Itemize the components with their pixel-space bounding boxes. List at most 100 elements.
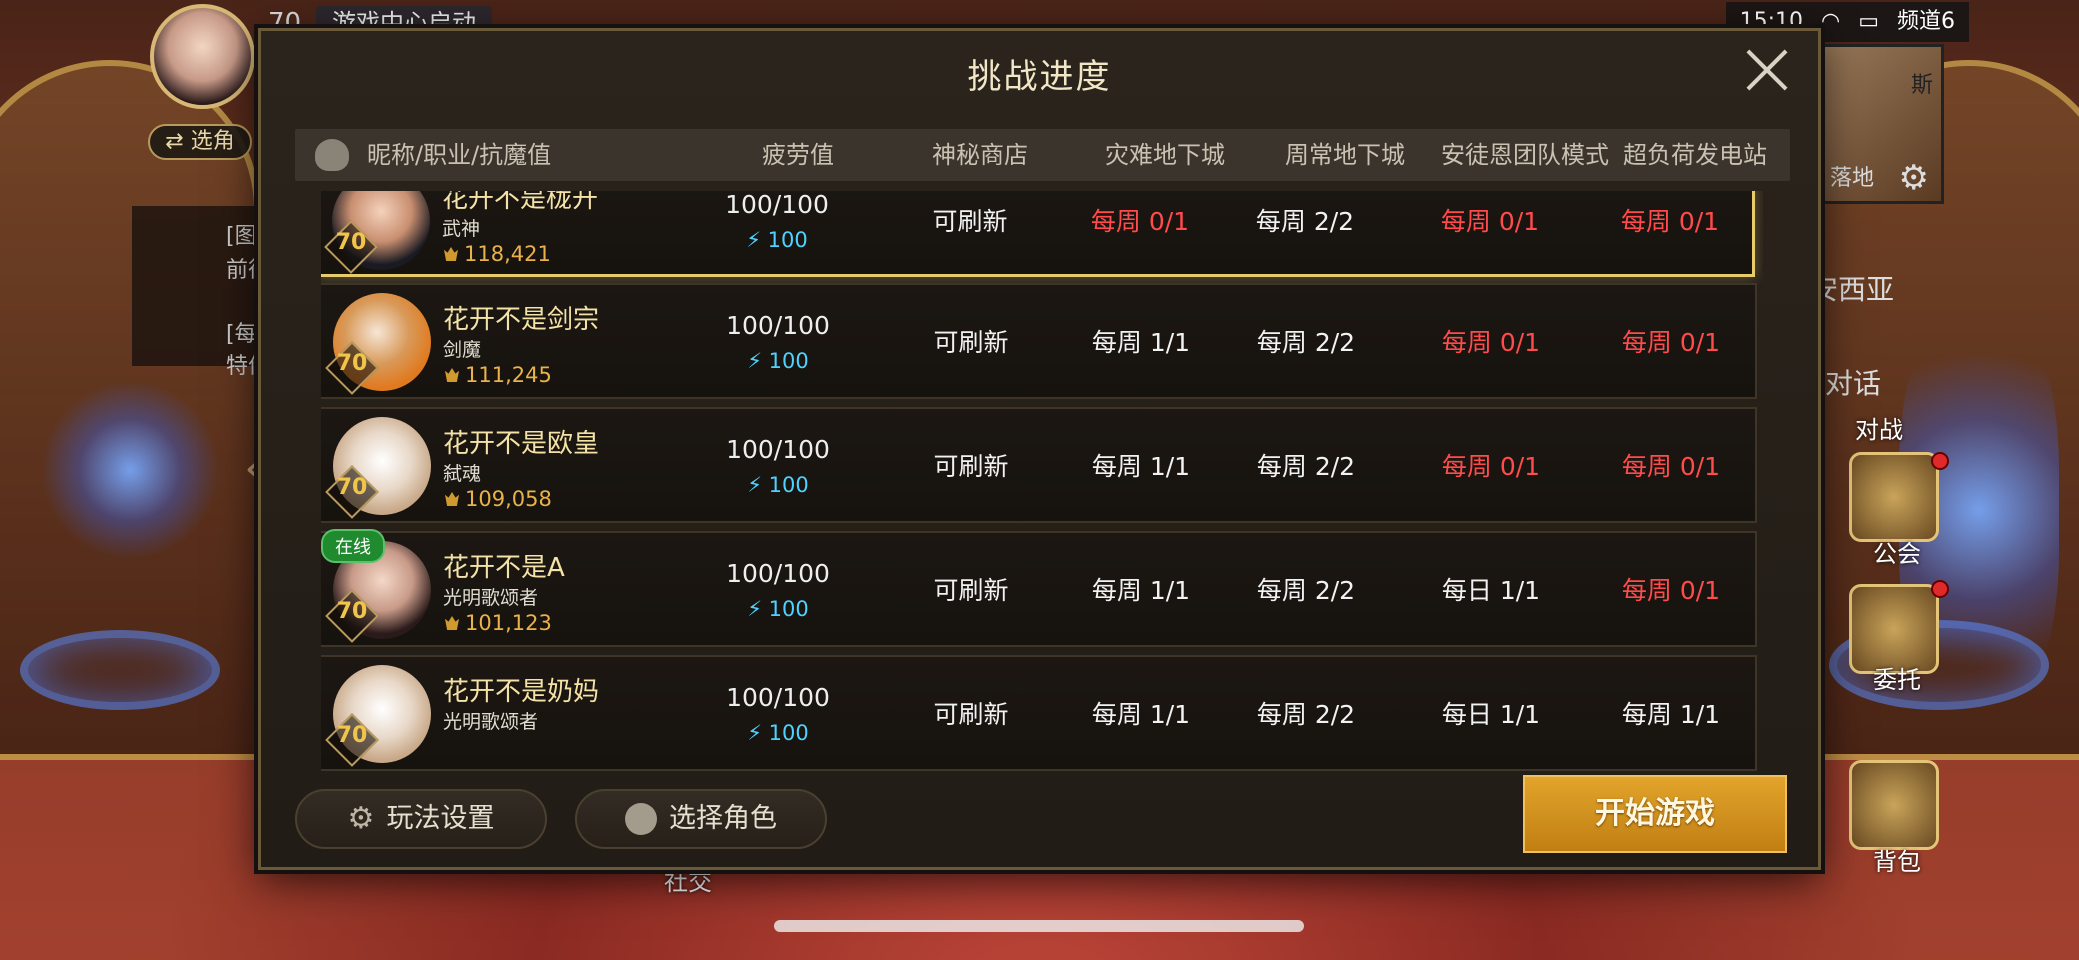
fatigue-sub: ⚡ 100 xyxy=(702,228,852,252)
cell-shop: 可刷新 xyxy=(933,576,1009,605)
character-icon xyxy=(625,803,657,835)
character-row[interactable]: 70 花开不是欧皇 弑魂 109,058 100/100 ⚡ 100 可刷新 每周 1/1 每周… xyxy=(321,407,1757,523)
character-job: 剑魔 xyxy=(443,339,482,361)
lightning-icon: ⚡ xyxy=(747,473,762,497)
cell-anton: 每日 1/1 xyxy=(1441,576,1541,605)
character-name: 花开不是栊开 xyxy=(442,191,599,214)
character-name: 花开不是剑宗 xyxy=(443,305,600,335)
cell-disaster: 每周 1/1 xyxy=(1091,700,1191,729)
character-level: 70 xyxy=(335,230,367,255)
fatigue-sub: ⚡ 100 xyxy=(703,349,853,373)
npc-name: 安西亚 xyxy=(1809,273,1894,306)
cell-overload: 每周 0/1 xyxy=(1621,452,1721,481)
cell-shop: 可刷新 xyxy=(933,328,1009,357)
power-icon xyxy=(445,492,459,506)
fatigue-value: 100/100 xyxy=(725,191,829,219)
power-value: 101,123 xyxy=(465,611,552,635)
cell-disaster: 每周 1/1 xyxy=(1091,576,1191,605)
power-value: 118,421 xyxy=(464,242,551,266)
cell-overload: 每周 0/1 xyxy=(1621,328,1721,357)
character-list[interactable]: 70 花开不是栊开 武神 118,421 100/100 ⚡ 100 可刷新 每周 0/1 每周… xyxy=(321,191,1763,787)
play-settings-label: 玩法设置 xyxy=(386,803,495,834)
start-game-button[interactable]: 开始游戏 xyxy=(1523,775,1787,853)
character-name: 花开不是奶妈 xyxy=(443,677,600,707)
cell-overload: 每周 1/1 xyxy=(1621,700,1721,729)
left-floor-circle xyxy=(20,630,220,710)
fatigue-sub: ⚡ 100 xyxy=(703,597,853,621)
cell-anton: 每周 0/1 xyxy=(1440,207,1540,236)
character-row[interactable]: 70 花开不是栊开 武神 118,421 100/100 ⚡ 100 可刷新 每周 0/1 每周… xyxy=(321,191,1755,277)
cell-weekly: 每周 2/2 xyxy=(1256,328,1356,357)
guild-notification-dot xyxy=(1931,452,1949,470)
fatigue-value: 100/100 xyxy=(726,559,830,588)
fatigue-sub-value: 100 xyxy=(768,473,809,497)
channel-text[interactable]: 频道6 xyxy=(1897,2,1955,42)
online-badge: 在线 xyxy=(321,529,385,563)
guild-label: 公会 xyxy=(1873,540,1921,568)
col-disaster: 灾难地下城 xyxy=(1105,141,1225,169)
minimap-label: 斯 xyxy=(1910,73,1933,98)
player-avatar[interactable] xyxy=(150,4,255,109)
column-header: 昵称/职业/抗魔值 疲劳值 神秘商店 灾难地下城 周常地下城 安徒恩团队模式 超… xyxy=(295,129,1790,181)
cell-weekly: 每周 2/2 xyxy=(1256,700,1356,729)
character-row[interactable]: 70 花开不是剑宗 剑魔 111,245 100/100 ⚡ 100 可刷新 每周 1/1 每周… xyxy=(321,283,1757,399)
character-level: 70 xyxy=(336,475,368,500)
character-level: 70 xyxy=(336,599,368,624)
gear-icon: ⚙ xyxy=(347,801,375,836)
fatigue-value: 100/100 xyxy=(726,683,830,712)
backpack-label: 背包 xyxy=(1873,848,1921,876)
col-fatigue: 疲劳值 xyxy=(762,141,834,169)
modal-title: 挑战进度 xyxy=(967,57,1112,97)
quest-line-1: [图 xyxy=(226,224,257,249)
home-indicator[interactable] xyxy=(774,920,1304,932)
lightning-icon: ⚡ xyxy=(747,597,762,621)
challenge-progress-modal: 挑战进度 昵称/职业/抗魔值 疲劳值 神秘商店 灾难地下城 周常地下城 安徒恩团… xyxy=(258,28,1821,870)
character-power: 101,123 xyxy=(445,611,552,635)
settings-gear-icon[interactable]: ⚙ xyxy=(1899,158,1929,198)
character-level: 70 xyxy=(336,723,368,748)
guild-icon[interactable] xyxy=(1849,452,1939,542)
cell-shop: 可刷新 xyxy=(933,452,1009,481)
cell-disaster: 每周 1/1 xyxy=(1091,452,1191,481)
cell-anton: 每日 1/1 xyxy=(1441,700,1541,729)
character-power: 111,245 xyxy=(445,363,552,387)
npc-talk-button[interactable]: 对话 xyxy=(1825,362,1881,402)
fatigue-sub-value: 100 xyxy=(768,721,809,745)
fatigue-value: 100/100 xyxy=(726,435,830,464)
col-shop: 神秘商店 xyxy=(932,141,1028,169)
power-icon xyxy=(445,616,459,630)
cell-shop: 可刷新 xyxy=(932,207,1008,236)
power-value: 109,058 xyxy=(465,487,552,511)
left-blue-glow xyxy=(40,380,220,560)
character-job: 光明歌颂者 xyxy=(443,711,539,733)
character-level: 70 xyxy=(336,351,368,376)
lightning-icon: ⚡ xyxy=(747,349,762,373)
fatigue-sub-value: 100 xyxy=(767,228,808,252)
play-settings-button[interactable]: ⚙ 玩法设置 xyxy=(295,789,547,849)
character-job: 光明歌颂者 xyxy=(443,587,539,609)
col-anton: 安徒恩团队模式 xyxy=(1441,141,1609,169)
character-name: 花开不是A xyxy=(443,553,565,583)
character-row[interactable]: 70 花开不是奶妈 光明歌颂者 100/100 ⚡ 100 可刷新 每周 1/1 每周 2/2… xyxy=(321,655,1757,771)
minimap-location: 落地 xyxy=(1829,166,1874,191)
col-name: 昵称/职业/抗魔值 xyxy=(367,141,552,169)
select-role-label: 选择角色 xyxy=(669,803,777,834)
power-icon xyxy=(444,247,458,261)
wifi-icon: ◠ xyxy=(1821,9,1841,34)
battery-icon: ▭ xyxy=(1858,9,1879,34)
cell-weekly: 每周 2/2 xyxy=(1255,207,1355,236)
cell-anton: 每周 0/1 xyxy=(1441,452,1541,481)
col-weekly: 周常地下城 xyxy=(1285,141,1405,169)
backpack-icon[interactable] xyxy=(1849,760,1939,850)
select-role-button[interactable]: 选择角色 xyxy=(575,789,827,849)
character-row[interactable]: 70 在线花开不是A 光明歌颂者 101,123 100/100 ⚡ 100 可刷新 每周 1… xyxy=(321,529,1757,647)
switch-role-button[interactable]: ⇄ 选角 xyxy=(148,124,252,160)
quest-line-3: [每 xyxy=(226,322,257,347)
cell-overload: 每周 0/1 xyxy=(1620,207,1720,236)
cell-disaster: 每周 1/1 xyxy=(1091,328,1191,357)
cell-anton: 每周 0/1 xyxy=(1441,328,1541,357)
close-icon[interactable] xyxy=(1744,47,1790,93)
character-job: 弑魂 xyxy=(443,463,482,485)
battle-label[interactable]: 对战 xyxy=(1855,410,1903,445)
cell-weekly: 每周 2/2 xyxy=(1256,576,1356,605)
